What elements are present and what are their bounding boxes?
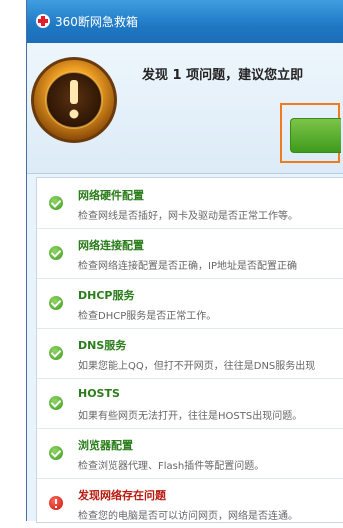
check-title: 网络硬件配置 xyxy=(78,189,144,202)
check-title: 网络连接配置 xyxy=(78,239,144,252)
fix-now-button[interactable] xyxy=(290,118,341,153)
list-item[interactable]: HOSTS 如果有些网页无法打开，往往是HOSTS出现问题。 xyxy=(37,378,343,429)
check-title: 发现网络存在问题 xyxy=(78,489,166,502)
check-ok-icon xyxy=(49,396,63,410)
list-item[interactable]: 浏览器配置 检查浏览器代理、Flash插件等配置问题。 xyxy=(37,428,343,479)
check-desc: 检查网线是否插好，网卡及驱动是否正常工作等。 xyxy=(78,211,298,222)
check-desc: 检查网络连接配置是否正确，IP地址是否配置正确 xyxy=(78,261,297,272)
check-ok-icon xyxy=(49,296,63,310)
check-desc: 检查您的电脑是否可以访问网页，网络是否连通。 xyxy=(78,511,298,522)
title-bar[interactable]: 360断网急救箱 xyxy=(27,0,343,43)
check-desc: 检查DHCP服务是否正常工作。 xyxy=(78,311,217,322)
check-ok-icon xyxy=(49,246,63,260)
check-title: HOSTS xyxy=(78,387,120,400)
warning-alert-icon xyxy=(31,57,117,143)
list-item[interactable]: DHCP服务 检查DHCP服务是否正常工作。 xyxy=(37,278,343,329)
list-item[interactable]: 网络硬件配置 检查网线是否插好，网卡及驱动是否正常工作等。 xyxy=(37,178,343,229)
check-desc: 检查浏览器代理、Flash插件等配置问题。 xyxy=(78,461,265,472)
check-title: 浏览器配置 xyxy=(78,439,133,452)
check-ok-icon xyxy=(49,196,63,210)
check-list: 网络硬件配置 检查网线是否插好，网卡及驱动是否正常工作等。 网络连接配置 检查网… xyxy=(36,177,343,523)
window-title: 360断网急救箱 xyxy=(55,15,138,29)
check-error-icon xyxy=(49,496,63,510)
list-item[interactable]: 网络连接配置 检查网络连接配置是否正确，IP地址是否配置正确 xyxy=(37,228,343,279)
check-ok-icon xyxy=(49,446,63,460)
check-title: DHCP服务 xyxy=(78,289,135,302)
app-cross-icon xyxy=(36,14,50,28)
check-desc: 如果有些网页无法打开，往往是HOSTS出现问题。 xyxy=(78,411,303,422)
diagnosis-message: 发现 1 项问题，建议您立即 xyxy=(142,68,304,83)
check-title: DNS服务 xyxy=(78,339,127,352)
list-item[interactable]: DNS服务 如果您能上QQ，但打不开网页，往往是DNS服务出现 xyxy=(37,328,343,379)
check-ok-icon xyxy=(49,346,63,360)
check-desc: 如果您能上QQ，但打不开网页，往往是DNS服务出现 xyxy=(78,361,316,372)
